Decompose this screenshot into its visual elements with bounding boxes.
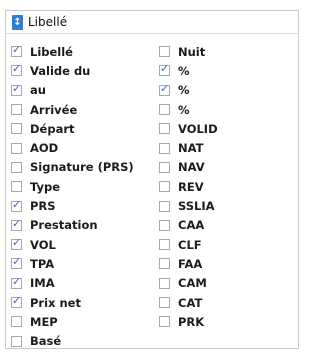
checkbox[interactable] — [11, 217, 22, 231]
option-label: VOLID — [178, 121, 218, 136]
checkbox[interactable] — [159, 142, 170, 154]
option-label: Prestation — [30, 218, 98, 233]
option-label: PRS — [30, 199, 56, 214]
option-label: CAM — [178, 276, 207, 291]
column-option-libelle[interactable]: Libellé — [11, 42, 134, 61]
checkbox[interactable] — [159, 46, 170, 58]
option-label: FAA — [178, 256, 203, 271]
option-label: Arrivée — [30, 102, 78, 117]
checkbox[interactable] — [11, 236, 22, 251]
checkbox[interactable] — [159, 123, 170, 135]
column-option-base[interactable]: Basé — [11, 331, 134, 350]
column-list-left: Libellé Valide du au Arrivée Départ AOD Signat… — [11, 42, 134, 351]
option-label: NAT — [178, 141, 204, 156]
column-option-rev[interactable]: REV — [159, 177, 218, 196]
checkbox[interactable] — [11, 161, 22, 173]
option-label: TPA — [30, 256, 55, 271]
option-label: Signature (PRS) — [30, 160, 134, 175]
option-label: au — [30, 83, 46, 98]
column-option-clf[interactable]: CLF — [159, 235, 218, 254]
column-option-ima[interactable]: IMA — [11, 274, 134, 293]
checkbox[interactable] — [11, 335, 22, 347]
column-option-nuit[interactable]: Nuit — [159, 42, 218, 61]
column-option-volid[interactable]: VOLID — [159, 119, 218, 138]
checkbox[interactable] — [11, 294, 22, 308]
column-list-right: Nuit%%% VOLID NAT NAV REV SSLIA CAA CLF FAA CAM CA… — [159, 42, 218, 331]
column-option-vol[interactable]: VOL — [11, 235, 134, 254]
option-label: Nuit — [178, 44, 206, 59]
column-option-percent[interactable]: % — [159, 100, 218, 119]
column-option-nat[interactable]: NAT — [159, 138, 218, 157]
option-label: CAA — [178, 218, 205, 233]
column-option-arrivee[interactable]: Arrivée — [11, 100, 134, 119]
column-option-au[interactable]: au — [11, 81, 134, 100]
column-option-caa[interactable]: CAA — [159, 216, 218, 235]
checkbox[interactable] — [11, 255, 22, 270]
option-label: Libellé — [30, 44, 73, 59]
checkbox[interactable] — [159, 277, 170, 289]
checkbox[interactable] — [11, 62, 22, 77]
checkbox[interactable] — [159, 219, 170, 231]
option-label: IMA — [30, 276, 55, 291]
checkbox[interactable] — [11, 181, 22, 193]
option-label: NAV — [178, 160, 205, 175]
column-option-nav[interactable]: NAV — [159, 158, 218, 177]
column-option-sslia[interactable]: SSLIA — [159, 196, 218, 215]
checkbox[interactable] — [159, 161, 170, 173]
option-label: REV — [178, 179, 204, 194]
checkbox[interactable] — [159, 239, 170, 251]
header-label: Libellé — [28, 15, 68, 29]
checkbox[interactable] — [159, 82, 170, 96]
option-label: PRK — [178, 314, 205, 329]
option-label: % — [178, 63, 190, 78]
column-option-faa[interactable]: FAA — [159, 254, 218, 273]
checkbox[interactable] — [11, 198, 22, 212]
checkbox[interactable] — [159, 258, 170, 270]
option-label: MEP — [30, 314, 58, 329]
column-option-prix-net[interactable]: Prix net — [11, 293, 134, 312]
column-option-prs[interactable]: PRS — [11, 196, 134, 215]
option-label: AOD — [30, 141, 59, 156]
checkbox[interactable] — [159, 316, 170, 328]
column-option-depart[interactable]: Départ — [11, 119, 134, 138]
checkbox[interactable] — [11, 123, 22, 135]
column-option-cam[interactable]: CAM — [159, 274, 218, 293]
column-option-signature-prs[interactable]: Signature (PRS) — [11, 158, 134, 177]
option-label: % — [178, 83, 190, 98]
column-option-aod[interactable]: AOD — [11, 138, 134, 157]
checkbox[interactable] — [11, 275, 22, 289]
option-label: Type — [30, 179, 61, 194]
checkbox[interactable] — [159, 181, 170, 193]
column-option-percent[interactable]: % — [159, 81, 218, 100]
checkbox[interactable] — [159, 200, 170, 212]
checkbox[interactable] — [11, 142, 22, 154]
column-header: ↕ Libellé — [6, 11, 298, 34]
checkbox[interactable] — [159, 297, 170, 308]
option-label: Basé — [30, 334, 62, 349]
checkbox[interactable] — [11, 316, 22, 328]
option-label: Valide du — [30, 63, 91, 78]
sort-icon[interactable]: ↕ — [12, 14, 23, 30]
option-label: CAT — [178, 295, 203, 310]
option-label: SSLIA — [178, 199, 215, 214]
column-option-prestation[interactable]: Prestation — [11, 216, 134, 235]
option-label: Prix net — [30, 295, 81, 310]
column-option-prk[interactable]: PRK — [159, 312, 218, 331]
checkbox[interactable] — [11, 104, 22, 116]
checkbox[interactable] — [159, 62, 170, 77]
column-chooser-panel: ↕ Libellé Libellé Valide du au Arrivée Dépar… — [5, 10, 299, 349]
option-label: Départ — [30, 121, 75, 136]
checkbox[interactable] — [11, 82, 22, 96]
option-label: % — [178, 102, 190, 117]
column-option-cat[interactable]: CAT — [159, 293, 218, 312]
checkbox[interactable] — [11, 43, 22, 58]
column-option-type[interactable]: Type — [11, 177, 134, 196]
column-option-mep[interactable]: MEP — [11, 312, 134, 331]
option-label: VOL — [30, 237, 56, 252]
column-option-valide-du[interactable]: Valide du — [11, 61, 134, 80]
column-option-percent[interactable]: % — [159, 61, 218, 80]
checkbox[interactable] — [159, 104, 170, 116]
column-option-tpa[interactable]: TPA — [11, 254, 134, 273]
option-label: CLF — [178, 237, 202, 252]
